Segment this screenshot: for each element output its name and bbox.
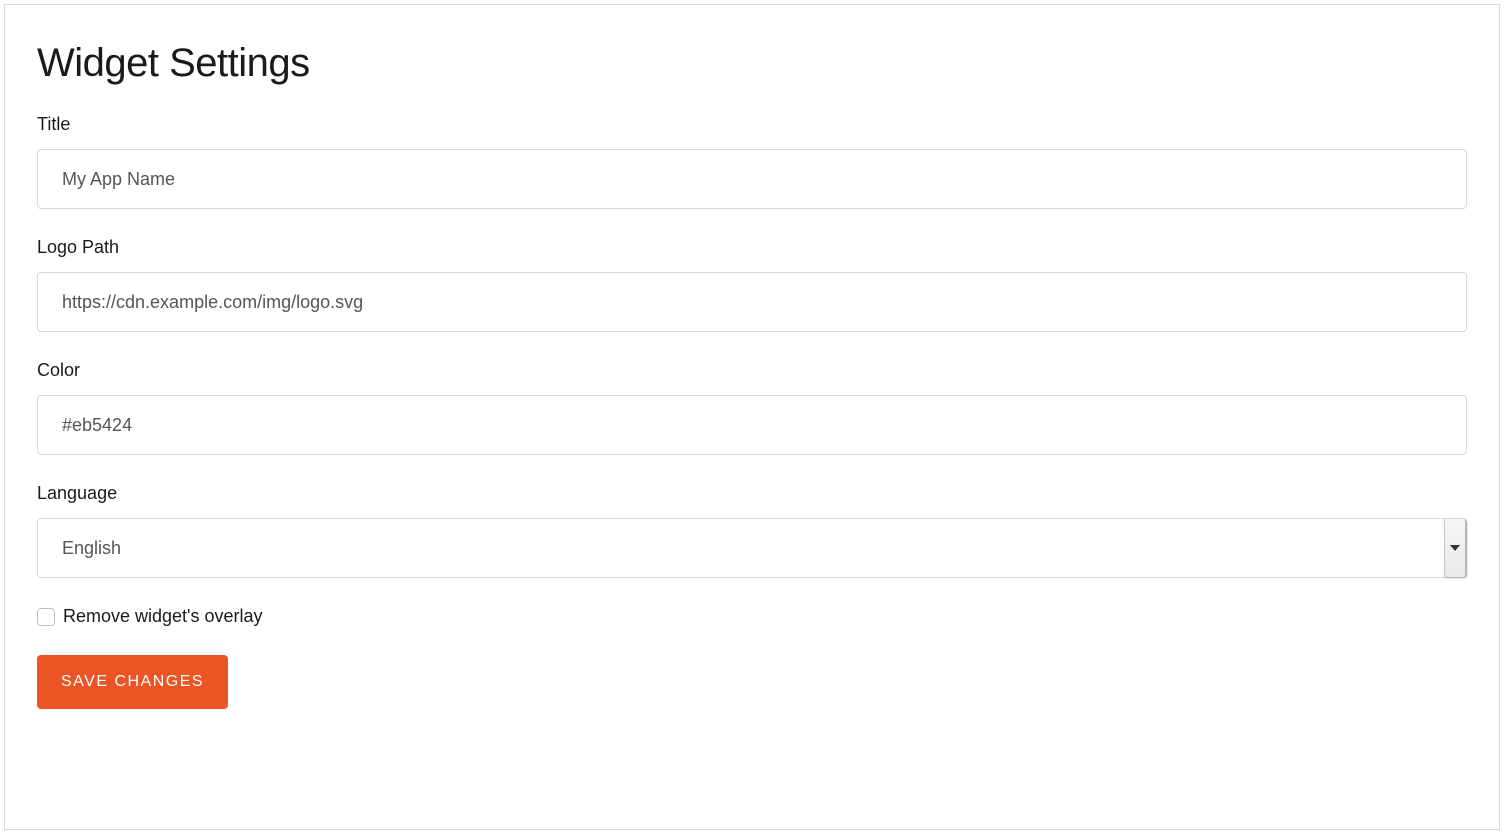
title-input[interactable] [37, 149, 1467, 209]
logo-path-input[interactable] [37, 272, 1467, 332]
language-select[interactable]: English [37, 518, 1467, 578]
remove-overlay-checkbox[interactable] [37, 608, 55, 626]
color-input[interactable] [37, 395, 1467, 455]
color-label: Color [37, 360, 1467, 381]
language-label: Language [37, 483, 1467, 504]
settings-panel: Widget Settings Title Logo Path Color La… [4, 4, 1500, 830]
page-title: Widget Settings [37, 41, 1467, 86]
title-field-group: Title [37, 114, 1467, 209]
color-field-group: Color [37, 360, 1467, 455]
save-changes-button[interactable]: SAVE CHANGES [37, 655, 228, 709]
title-label: Title [37, 114, 1467, 135]
remove-overlay-row: Remove widget's overlay [37, 606, 1467, 627]
logo-path-label: Logo Path [37, 237, 1467, 258]
logo-path-field-group: Logo Path [37, 237, 1467, 332]
language-field-group: Language English [37, 483, 1467, 578]
language-select-wrapper: English [37, 518, 1467, 578]
remove-overlay-label[interactable]: Remove widget's overlay [63, 606, 263, 627]
